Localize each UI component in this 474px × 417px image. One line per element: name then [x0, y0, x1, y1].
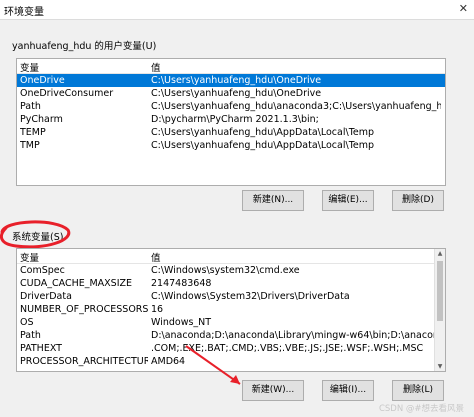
- table-row[interactable]: PyCharm D:\pycharm\PyCharm 2021.1.3\bin;: [17, 113, 445, 126]
- variable-name: OneDrive: [20, 75, 65, 86]
- table-row[interactable]: OneDriveConsumer C:\Users\yanhuafeng_hdu\…: [17, 87, 445, 100]
- user-vars-label: yanhuafeng_hdu 的用户变量(U): [12, 41, 157, 52]
- user-vars-list[interactable]: 变量 值 OneDrive C:\Users\yanhuafeng_hdu\One…: [16, 58, 446, 186]
- variable-value: D:\pycharm\PyCharm 2021.1.3\bin;: [151, 114, 319, 125]
- variable-name: NUMBER_OF_PROCESSORS: [20, 304, 148, 315]
- variable-name: PROCESSOR_ARCHITECTURE: [20, 356, 148, 367]
- scroll-down-icon[interactable]: ▼: [435, 363, 445, 370]
- table-row[interactable]: OneDrive C:\Users\yanhuafeng_hdu\OneDrive: [17, 74, 445, 87]
- vertical-scrollbar[interactable]: ▲ ▼: [434, 249, 445, 371]
- scroll-up-icon[interactable]: ▲: [435, 250, 445, 257]
- variable-name: Path: [20, 101, 41, 112]
- variable-value: C:\Users\yanhuafeng_hdu\AppData\Local\Te…: [151, 140, 375, 151]
- window-titlebar: 环境变量 ✕: [0, 0, 474, 20]
- column-header-value[interactable]: 值: [151, 60, 441, 74]
- variable-name: TMP: [20, 140, 40, 151]
- table-row[interactable]: OS Windows_NT: [17, 316, 445, 329]
- list-header: 变量 值: [17, 59, 445, 74]
- variable-name: CUDA_CACHE_MAXSIZE: [20, 278, 133, 289]
- variable-value: Windows_NT: [151, 317, 212, 328]
- user-new-button[interactable]: 新建(N)...: [242, 190, 304, 211]
- variable-value: C:\Users\yanhuafeng_hdu\OneDrive: [151, 88, 322, 99]
- user-edit-button[interactable]: 编辑(E)...: [322, 190, 374, 211]
- column-header-name[interactable]: 变量: [20, 60, 148, 74]
- column-header-value[interactable]: 值: [151, 250, 441, 264]
- user-delete-button[interactable]: 删除(D): [392, 190, 444, 211]
- variable-name: ComSpec: [20, 265, 65, 276]
- system-delete-button[interactable]: 删除(L): [392, 380, 444, 401]
- table-row[interactable]: DriverData C:\Windows\System32\Drivers\Dr…: [17, 290, 445, 303]
- variable-value: 2147483648: [151, 278, 212, 289]
- variable-value: C:\Users\yanhuafeng_hdu\AppData\Local\Te…: [151, 127, 375, 138]
- table-row[interactable]: CUDA_CACHE_MAXSIZE 2147483648: [17, 277, 445, 290]
- variable-value: C:\Users\yanhuafeng_hdu\anaconda3;C:\Use…: [151, 101, 441, 112]
- table-row[interactable]: TEMP C:\Users\yanhuafeng_hdu\AppData\Loca…: [17, 126, 445, 139]
- variable-name: DriverData: [20, 291, 72, 302]
- variable-value: D:\anaconda;D:\anaconda\Library\mingw-w6…: [151, 330, 441, 341]
- variable-name: Path: [20, 330, 41, 341]
- annotation-arrow: [185, 345, 241, 385]
- table-row[interactable]: ComSpec C:\Windows\system32\cmd.exe: [17, 264, 445, 277]
- table-row[interactable]: TMP C:\Users\yanhuafeng_hdu\AppData\Local…: [17, 139, 445, 152]
- column-header-name[interactable]: 变量: [20, 250, 148, 264]
- variable-name: PyCharm: [20, 114, 63, 125]
- system-new-button[interactable]: 新建(W)...: [242, 380, 304, 401]
- watermark: CSDN @#想去看风景: [378, 404, 464, 414]
- variable-name: OS: [20, 317, 34, 328]
- variable-value: C:\Windows\system32\cmd.exe: [151, 265, 300, 276]
- variable-name: PATHEXT: [20, 343, 62, 354]
- scrollbar-thumb[interactable]: [437, 261, 443, 321]
- variable-value: 16: [151, 304, 164, 315]
- variable-name: TEMP: [20, 127, 46, 138]
- list-header: 变量 值: [17, 249, 445, 264]
- variable-name: OneDriveConsumer: [20, 88, 114, 99]
- variable-value: C:\Windows\System32\Drivers\DriverData: [151, 291, 350, 302]
- table-row[interactable]: NUMBER_OF_PROCESSORS 16: [17, 303, 445, 316]
- window-title: 环境变量: [4, 7, 44, 18]
- variable-value: C:\Users\yanhuafeng_hdu\OneDrive: [151, 75, 322, 86]
- table-row[interactable]: Path D:\anaconda;D:\anaconda\Library\ming…: [17, 329, 445, 342]
- close-icon[interactable]: ✕: [459, 2, 468, 15]
- table-row[interactable]: Path C:\Users\yanhuafeng_hdu\anaconda3;C:…: [17, 100, 445, 113]
- system-edit-button[interactable]: 编辑(I)...: [322, 380, 374, 401]
